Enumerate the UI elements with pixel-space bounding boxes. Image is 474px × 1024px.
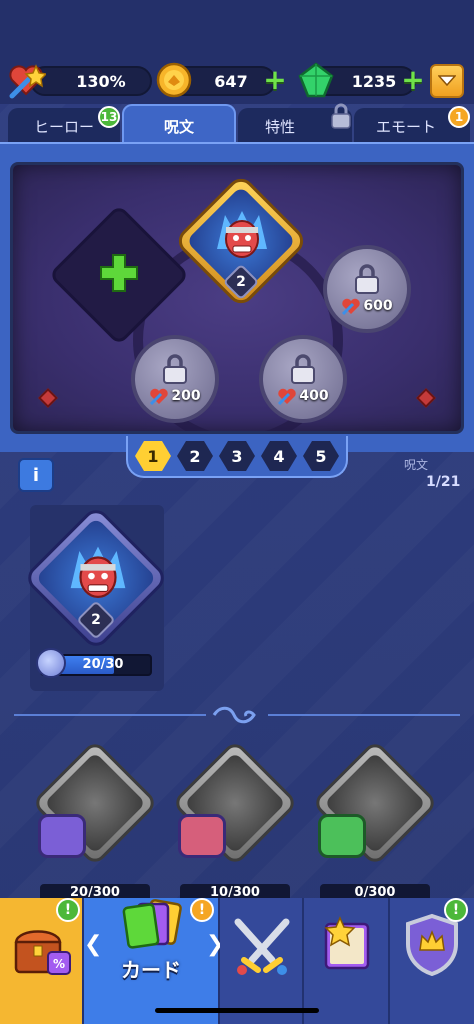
tab-emotes-badge: 1 (448, 106, 470, 128)
nav-clan-alert: ! (444, 898, 468, 922)
nav-clan[interactable]: ! (390, 898, 474, 1024)
page-button-1[interactable]: 1 (135, 441, 171, 471)
add-icon[interactable] (97, 251, 141, 295)
rage-spell-icon (217, 211, 267, 258)
spell-collection-label: 呪文 (404, 458, 429, 472)
nav-cards[interactable]: ❮ ❯ カード ! (84, 898, 224, 1024)
puzzle-piece-icon (318, 814, 366, 858)
heart-sword-icon (342, 298, 361, 315)
svg-text:%: % (53, 957, 65, 971)
slot-cost: 200 (171, 388, 201, 404)
home-indicator (155, 1008, 319, 1013)
shop-chest-icon: % (14, 930, 71, 975)
page-button-5[interactable]: 5 (303, 441, 339, 471)
tab-spells[interactable]: 呪文 (122, 104, 236, 146)
heart-sword-icon (150, 388, 169, 405)
lock-icon (355, 264, 379, 294)
cards-icon (122, 899, 182, 949)
buy-gems-button[interactable]: + (400, 66, 426, 94)
rage-spell-icon (70, 546, 126, 598)
locked-spell-card[interactable] (170, 738, 300, 868)
locked-slot[interactable]: 600 (323, 245, 411, 333)
crossed-swords-icon (234, 918, 290, 975)
puzzle-piece-icon (38, 814, 86, 858)
lock-icon (291, 354, 315, 384)
gems-value: 1235 (351, 71, 397, 91)
slot-cost: 600 (363, 298, 393, 314)
lock-icon (163, 354, 187, 384)
nav-cards-alert: ! (190, 898, 214, 922)
lock-icon (331, 103, 351, 129)
tab-heroes-label: ヒーロー (33, 117, 94, 136)
divider-ornament-icon (212, 706, 256, 724)
quest-book-icon (324, 916, 370, 970)
tab-traits-label: 特性 (264, 117, 295, 136)
tab-emotes-label: エモート (375, 117, 436, 136)
loadout-page-selector: 1 2 3 4 5 (126, 436, 348, 478)
ruby-decoration-icon (416, 388, 436, 408)
locked-slot[interactable]: 200 (131, 335, 219, 423)
section-divider (268, 714, 460, 716)
nav-quests[interactable] (304, 898, 390, 1024)
tab-spells-label: 呪文 (163, 117, 194, 136)
info-button[interactable]: i (18, 458, 54, 492)
spell-collection-count: 1/21 (426, 474, 461, 490)
locked-slot[interactable]: 400 (259, 335, 347, 423)
tab-heroes-badge: 13 (98, 106, 120, 128)
page-button-4[interactable]: 4 (261, 441, 297, 471)
coins-value: 647 (214, 71, 248, 91)
nav-battle[interactable] (220, 898, 304, 1024)
heart-sword-icon (9, 64, 46, 99)
potion-icon (36, 648, 66, 678)
tab-bar: ヒーロー 13 呪文 特性 エモート 1 (0, 102, 474, 146)
hero-power-value: 130% (76, 71, 126, 91)
menu-button[interactable] (430, 64, 464, 98)
resource-bar: 130% 647 + 1235 + (0, 0, 474, 104)
chevron-down-icon (438, 75, 456, 87)
buy-coins-button[interactable]: + (262, 66, 288, 94)
coin-icon (156, 62, 192, 98)
ruby-decoration-icon (38, 388, 58, 408)
page-button-2[interactable]: 2 (177, 441, 213, 471)
gem-icon (298, 62, 334, 98)
nav-cards-label: カード (121, 958, 181, 982)
nav-shop-alert: ! (56, 898, 80, 922)
nav-shop[interactable]: % ! (0, 898, 84, 1024)
bottom-navigation: % ! ❮ ❯ カード ! ! (0, 898, 474, 1024)
heart-sword-icon (278, 388, 297, 405)
shield-icon (406, 913, 458, 976)
puzzle-piece-icon (178, 814, 226, 858)
spell-board: 2 600 200 400 (10, 162, 464, 434)
slot-cost: 400 (299, 388, 329, 404)
info-icon: i (32, 464, 40, 486)
locked-spell-card[interactable] (310, 738, 440, 868)
spell-loadout-panel: 2 600 200 400 (0, 142, 474, 452)
hero-power-stat: 130% (30, 66, 152, 96)
locked-spell-card[interactable] (30, 738, 160, 868)
page-button-3[interactable]: 3 (219, 441, 255, 471)
section-divider (14, 714, 206, 716)
